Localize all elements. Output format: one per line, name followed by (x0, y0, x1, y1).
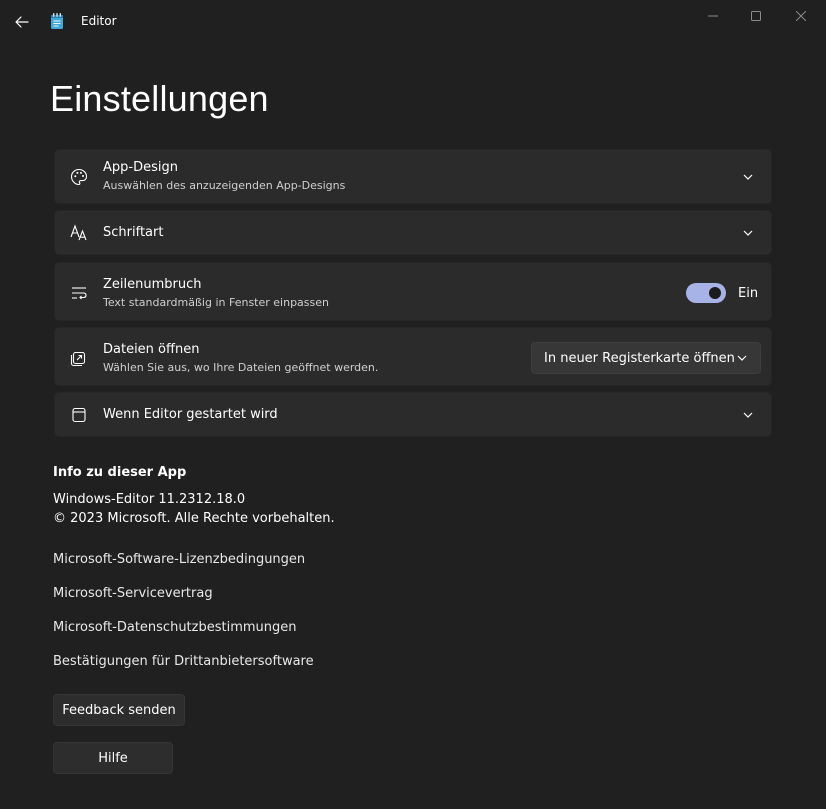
toggle-knob (709, 287, 721, 299)
service-agreement-link[interactable]: Microsoft-Servicevertrag (53, 586, 213, 601)
setting-app-theme[interactable]: App-Design Auswählen des anzuzeigenden A… (54, 149, 772, 204)
dropdown-selected-value: In neuer Registerkarte öffnen (544, 351, 735, 366)
word-wrap-icon (69, 283, 89, 303)
setting-title: Wenn Editor gestartet wird (103, 407, 278, 422)
minimize-icon (708, 15, 718, 17)
minimize-button[interactable] (690, 0, 736, 32)
setting-title: Zeilenumbruch (103, 277, 202, 292)
copyright: © 2023 Microsoft. Alle Rechte vorbehalte… (53, 511, 335, 526)
close-button[interactable] (778, 0, 824, 32)
third-party-notices-link[interactable]: Bestätigungen für Drittanbietersoftware (53, 654, 314, 669)
chevron-down-icon (736, 352, 748, 364)
app-title: Editor (81, 14, 117, 28)
notepad-app-icon (51, 13, 63, 29)
page-title: Einstellungen (50, 78, 269, 119)
word-wrap-toggle[interactable] (686, 283, 726, 303)
font-icon (69, 223, 89, 243)
open-files-dropdown[interactable]: In neuer Registerkarte öffnen (531, 342, 761, 374)
chevron-down-icon (741, 170, 755, 184)
privacy-statement-link[interactable]: Microsoft-Datenschutzbestimmungen (53, 620, 297, 635)
maximize-button[interactable] (733, 0, 779, 32)
setting-word-wrap: Zeilenumbruch Text standardmäßig in Fens… (54, 262, 772, 321)
arrow-left-icon (15, 16, 29, 28)
toggle-state-label: Ein (738, 286, 759, 301)
chevron-down-icon (741, 226, 755, 240)
setting-font[interactable]: Schriftart (54, 210, 772, 255)
close-icon (796, 11, 806, 21)
title-bar: Editor (0, 0, 826, 44)
setting-subtitle: Auswählen des anzuzeigenden App-Designs (103, 179, 346, 192)
setting-title: Dateien öffnen (103, 342, 200, 357)
chevron-down-icon (741, 408, 755, 422)
setting-startup[interactable]: Wenn Editor gestartet wird (54, 392, 772, 437)
open-in-new-icon (69, 348, 89, 368)
maximize-icon (751, 11, 761, 21)
license-terms-link[interactable]: Microsoft-Software-Lizenzbedingungen (53, 552, 305, 567)
palette-icon (69, 167, 89, 187)
setting-subtitle: Text standardmäßig in Fenster einpassen (103, 296, 329, 309)
app-version: Windows-Editor 11.2312.18.0 (53, 492, 246, 507)
help-button[interactable]: Hilfe (53, 742, 173, 774)
about-heading: Info zu dieser App (53, 465, 187, 480)
setting-title: Schriftart (103, 225, 164, 240)
setting-title: App-Design (103, 160, 178, 175)
feedback-button[interactable]: Feedback senden (53, 694, 185, 726)
setting-subtitle: Wählen Sie aus, wo Ihre Dateien geöffnet… (103, 361, 379, 374)
back-button[interactable] (8, 8, 36, 36)
setting-open-files: Dateien öffnen Wählen Sie aus, wo Ihre D… (54, 327, 772, 386)
window-icon (69, 405, 89, 425)
